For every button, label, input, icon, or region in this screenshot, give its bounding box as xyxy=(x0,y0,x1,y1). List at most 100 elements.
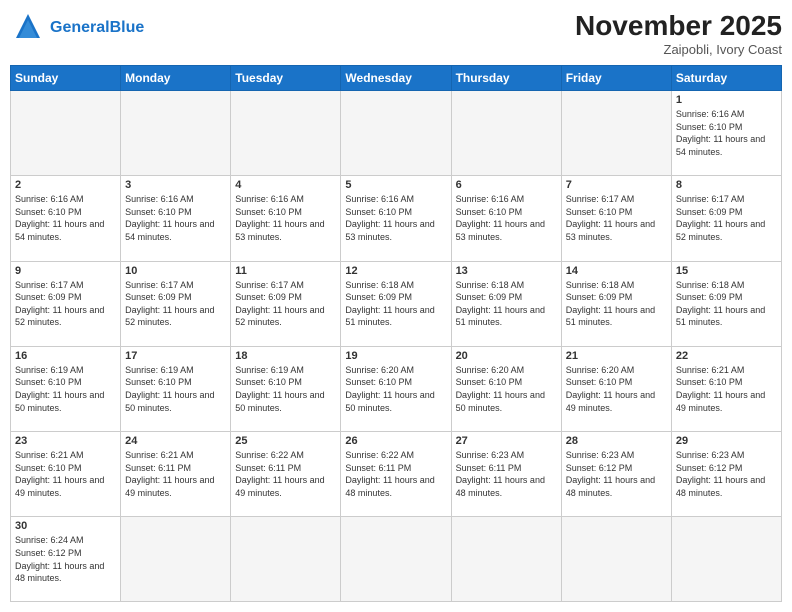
calendar-cell: 13 Sunrise: 6:18 AMSunset: 6:09 PMDayligh… xyxy=(451,261,561,346)
calendar-day-header: Wednesday xyxy=(341,66,451,91)
calendar-cell: 14Sunrise: 6:18 AMSunset: 6:09 PMDayligh… xyxy=(561,261,671,346)
calendar-cell: 23 Sunrise: 6:21 AMSunset: 6:10 PMDayligh… xyxy=(11,432,121,517)
calendar-cell: 3Sunrise: 6:16 AMSunset: 6:10 PMDaylight… xyxy=(121,176,231,261)
calendar-week-row: 30Sunrise: 6:24 AMSunset: 6:12 PMDayligh… xyxy=(11,517,782,602)
calendar-cell: 19Sunrise: 6:20 AMSunset: 6:10 PMDayligh… xyxy=(341,346,451,431)
calendar-day-header: Friday xyxy=(561,66,671,91)
month-title: November 2025 xyxy=(575,10,782,42)
day-number: 26 xyxy=(345,435,446,447)
day-number: 11 xyxy=(235,265,336,277)
day-number: 1 xyxy=(676,94,777,106)
day-number: 9 xyxy=(15,265,116,277)
day-number: 15 xyxy=(676,265,777,277)
day-number: 29 xyxy=(676,435,777,447)
calendar-header-row: SundayMondayTuesdayWednesdayThursdayFrid… xyxy=(11,66,782,91)
header: GeneralBlue November 2025 Zaipobli, Ivor… xyxy=(10,10,782,57)
calendar-cell xyxy=(341,91,451,176)
day-number: 18 xyxy=(235,350,336,362)
day-info: Sunrise: 6:16 AMSunset: 6:10 PMDaylight:… xyxy=(15,193,116,243)
day-number: 28 xyxy=(566,435,667,447)
day-info: Sunrise: 6:21 AMSunset: 6:10 PMDaylight:… xyxy=(676,364,777,414)
calendar-week-row: 2 Sunrise: 6:16 AMSunset: 6:10 PMDaylight… xyxy=(11,176,782,261)
calendar-cell: 24 Sunrise: 6:21 AMSunset: 6:11 PMDayligh… xyxy=(121,432,231,517)
page: GeneralBlue November 2025 Zaipobli, Ivor… xyxy=(0,0,792,612)
title-block: November 2025 Zaipobli, Ivory Coast xyxy=(575,10,782,57)
calendar-cell: 15 Sunrise: 6:18 AMSunset: 6:09 PMDayligh… xyxy=(671,261,781,346)
calendar-cell: 16Sunrise: 6:19 AMSunset: 6:10 PMDayligh… xyxy=(11,346,121,431)
calendar-cell: 28 Sunrise: 6:23 AMSunset: 6:12 PMDayligh… xyxy=(561,432,671,517)
day-info: Sunrise: 6:16 AMSunset: 6:10 PMDaylight:… xyxy=(676,108,777,158)
calendar-cell: 9 Sunrise: 6:17 AMSunset: 6:09 PMDaylight… xyxy=(11,261,121,346)
calendar-cell xyxy=(11,91,121,176)
day-number: 10 xyxy=(125,265,226,277)
calendar-table: SundayMondayTuesdayWednesdayThursdayFrid… xyxy=(10,65,782,602)
calendar-week-row: 9 Sunrise: 6:17 AMSunset: 6:09 PMDaylight… xyxy=(11,261,782,346)
day-info: Sunrise: 6:18 AMSunset: 6:09 PMDaylight:… xyxy=(456,279,557,329)
calendar-day-header: Thursday xyxy=(451,66,561,91)
calendar-cell xyxy=(451,91,561,176)
calendar-week-row: 16Sunrise: 6:19 AMSunset: 6:10 PMDayligh… xyxy=(11,346,782,431)
day-number: 4 xyxy=(235,179,336,191)
day-number: 25 xyxy=(235,435,336,447)
day-number: 7 xyxy=(566,179,667,191)
day-info: Sunrise: 6:19 AMSunset: 6:10 PMDaylight:… xyxy=(125,364,226,414)
day-info: Sunrise: 6:23 AMSunset: 6:11 PMDaylight:… xyxy=(456,449,557,499)
day-info: Sunrise: 6:24 AMSunset: 6:12 PMDaylight:… xyxy=(15,534,116,584)
day-number: 2 xyxy=(15,179,116,191)
calendar-cell xyxy=(451,517,561,602)
day-info: Sunrise: 6:17 AMSunset: 6:09 PMDaylight:… xyxy=(125,279,226,329)
day-info: Sunrise: 6:23 AMSunset: 6:12 PMDaylight:… xyxy=(566,449,667,499)
day-info: Sunrise: 6:21 AMSunset: 6:11 PMDaylight:… xyxy=(125,449,226,499)
calendar-cell: 8Sunrise: 6:17 AMSunset: 6:09 PMDaylight… xyxy=(671,176,781,261)
calendar-cell: 22Sunrise: 6:21 AMSunset: 6:10 PMDayligh… xyxy=(671,346,781,431)
calendar-cell: 30Sunrise: 6:24 AMSunset: 6:12 PMDayligh… xyxy=(11,517,121,602)
day-number: 20 xyxy=(456,350,557,362)
calendar-cell: 2 Sunrise: 6:16 AMSunset: 6:10 PMDaylight… xyxy=(11,176,121,261)
day-number: 24 xyxy=(125,435,226,447)
day-info: Sunrise: 6:17 AMSunset: 6:09 PMDaylight:… xyxy=(15,279,116,329)
day-info: Sunrise: 6:16 AMSunset: 6:10 PMDaylight:… xyxy=(125,193,226,243)
day-number: 17 xyxy=(125,350,226,362)
day-info: Sunrise: 6:16 AMSunset: 6:10 PMDaylight:… xyxy=(235,193,336,243)
location: Zaipobli, Ivory Coast xyxy=(575,42,782,57)
calendar-day-header: Tuesday xyxy=(231,66,341,91)
calendar-cell: 17 Sunrise: 6:19 AMSunset: 6:10 PMDayligh… xyxy=(121,346,231,431)
logo-icon xyxy=(10,10,46,46)
calendar-cell: 29 Sunrise: 6:23 AMSunset: 6:12 PMDayligh… xyxy=(671,432,781,517)
calendar-cell: 10 Sunrise: 6:17 AMSunset: 6:09 PMDayligh… xyxy=(121,261,231,346)
calendar-cell: 1 Sunrise: 6:16 AMSunset: 6:10 PMDaylight… xyxy=(671,91,781,176)
day-number: 23 xyxy=(15,435,116,447)
day-info: Sunrise: 6:21 AMSunset: 6:10 PMDaylight:… xyxy=(15,449,116,499)
calendar-cell xyxy=(341,517,451,602)
day-info: Sunrise: 6:18 AMSunset: 6:09 PMDaylight:… xyxy=(345,279,446,329)
calendar-cell: 4 Sunrise: 6:16 AMSunset: 6:10 PMDaylight… xyxy=(231,176,341,261)
calendar-cell xyxy=(121,517,231,602)
calendar-week-row: 1 Sunrise: 6:16 AMSunset: 6:10 PMDaylight… xyxy=(11,91,782,176)
logo-text: GeneralBlue xyxy=(50,18,144,37)
calendar-day-header: Monday xyxy=(121,66,231,91)
day-info: Sunrise: 6:20 AMSunset: 6:10 PMDaylight:… xyxy=(566,364,667,414)
calendar-cell: 18 Sunrise: 6:19 AMSunset: 6:10 PMDayligh… xyxy=(231,346,341,431)
calendar-cell xyxy=(231,517,341,602)
day-info: Sunrise: 6:16 AMSunset: 6:10 PMDaylight:… xyxy=(345,193,446,243)
calendar-day-header: Saturday xyxy=(671,66,781,91)
day-number: 12 xyxy=(345,265,446,277)
calendar-cell: 26Sunrise: 6:22 AMSunset: 6:11 PMDayligh… xyxy=(341,432,451,517)
day-info: Sunrise: 6:20 AMSunset: 6:10 PMDaylight:… xyxy=(345,364,446,414)
day-number: 13 xyxy=(456,265,557,277)
calendar-cell: 27Sunrise: 6:23 AMSunset: 6:11 PMDayligh… xyxy=(451,432,561,517)
calendar-cell xyxy=(231,91,341,176)
day-info: Sunrise: 6:18 AMSunset: 6:09 PMDaylight:… xyxy=(676,279,777,329)
day-info: Sunrise: 6:19 AMSunset: 6:10 PMDaylight:… xyxy=(235,364,336,414)
calendar-cell: 6 Sunrise: 6:16 AMSunset: 6:10 PMDaylight… xyxy=(451,176,561,261)
calendar-cell: 5Sunrise: 6:16 AMSunset: 6:10 PMDaylight… xyxy=(341,176,451,261)
calendar-day-header: Sunday xyxy=(11,66,121,91)
day-number: 6 xyxy=(456,179,557,191)
day-number: 21 xyxy=(566,350,667,362)
day-number: 14 xyxy=(566,265,667,277)
day-info: Sunrise: 6:16 AMSunset: 6:10 PMDaylight:… xyxy=(456,193,557,243)
day-info: Sunrise: 6:19 AMSunset: 6:10 PMDaylight:… xyxy=(15,364,116,414)
logo: GeneralBlue xyxy=(10,10,144,46)
day-info: Sunrise: 6:23 AMSunset: 6:12 PMDaylight:… xyxy=(676,449,777,499)
day-info: Sunrise: 6:17 AMSunset: 6:09 PMDaylight:… xyxy=(676,193,777,243)
